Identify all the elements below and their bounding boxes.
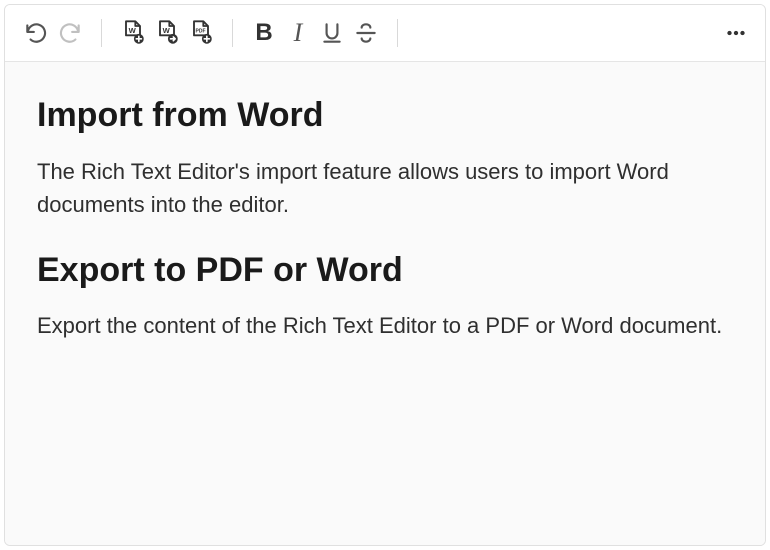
svg-text:W: W [163,26,171,35]
paragraph-import: The Rich Text Editor's import feature al… [37,155,733,221]
bold-icon: B [255,21,272,45]
redo-icon [57,20,83,46]
export-pdf-button[interactable]: PDF [184,16,218,50]
italic-icon: I [294,20,303,46]
italic-button[interactable]: I [281,16,315,50]
toolbar-separator [232,19,233,47]
redo-button[interactable] [53,16,87,50]
more-button[interactable] [719,16,753,50]
import-word-icon: W [119,19,147,47]
svg-text:PDF: PDF [196,28,206,34]
export-word-button[interactable]: W [150,16,184,50]
heading-import: Import from Word [37,94,733,137]
strikethrough-icon [353,20,379,46]
paragraph-export: Export the content of the Rich Text Edit… [37,309,733,342]
toolbar-separator [101,19,102,47]
editor-content[interactable]: Import from Word The Rich Text Editor's … [5,62,765,545]
undo-icon [23,20,49,46]
underline-icon [319,20,345,46]
heading-export: Export to PDF or Word [37,249,733,292]
bold-button[interactable]: B [247,16,281,50]
undo-button[interactable] [19,16,53,50]
more-icon [723,20,749,46]
underline-button[interactable] [315,16,349,50]
svg-text:W: W [129,26,137,35]
export-word-icon: W [153,19,181,47]
strikethrough-button[interactable] [349,16,383,50]
import-word-button[interactable]: W [116,16,150,50]
export-pdf-icon: PDF [187,19,215,47]
rich-text-editor: W W [4,4,766,546]
toolbar: W W [5,5,765,62]
toolbar-separator [397,19,398,47]
